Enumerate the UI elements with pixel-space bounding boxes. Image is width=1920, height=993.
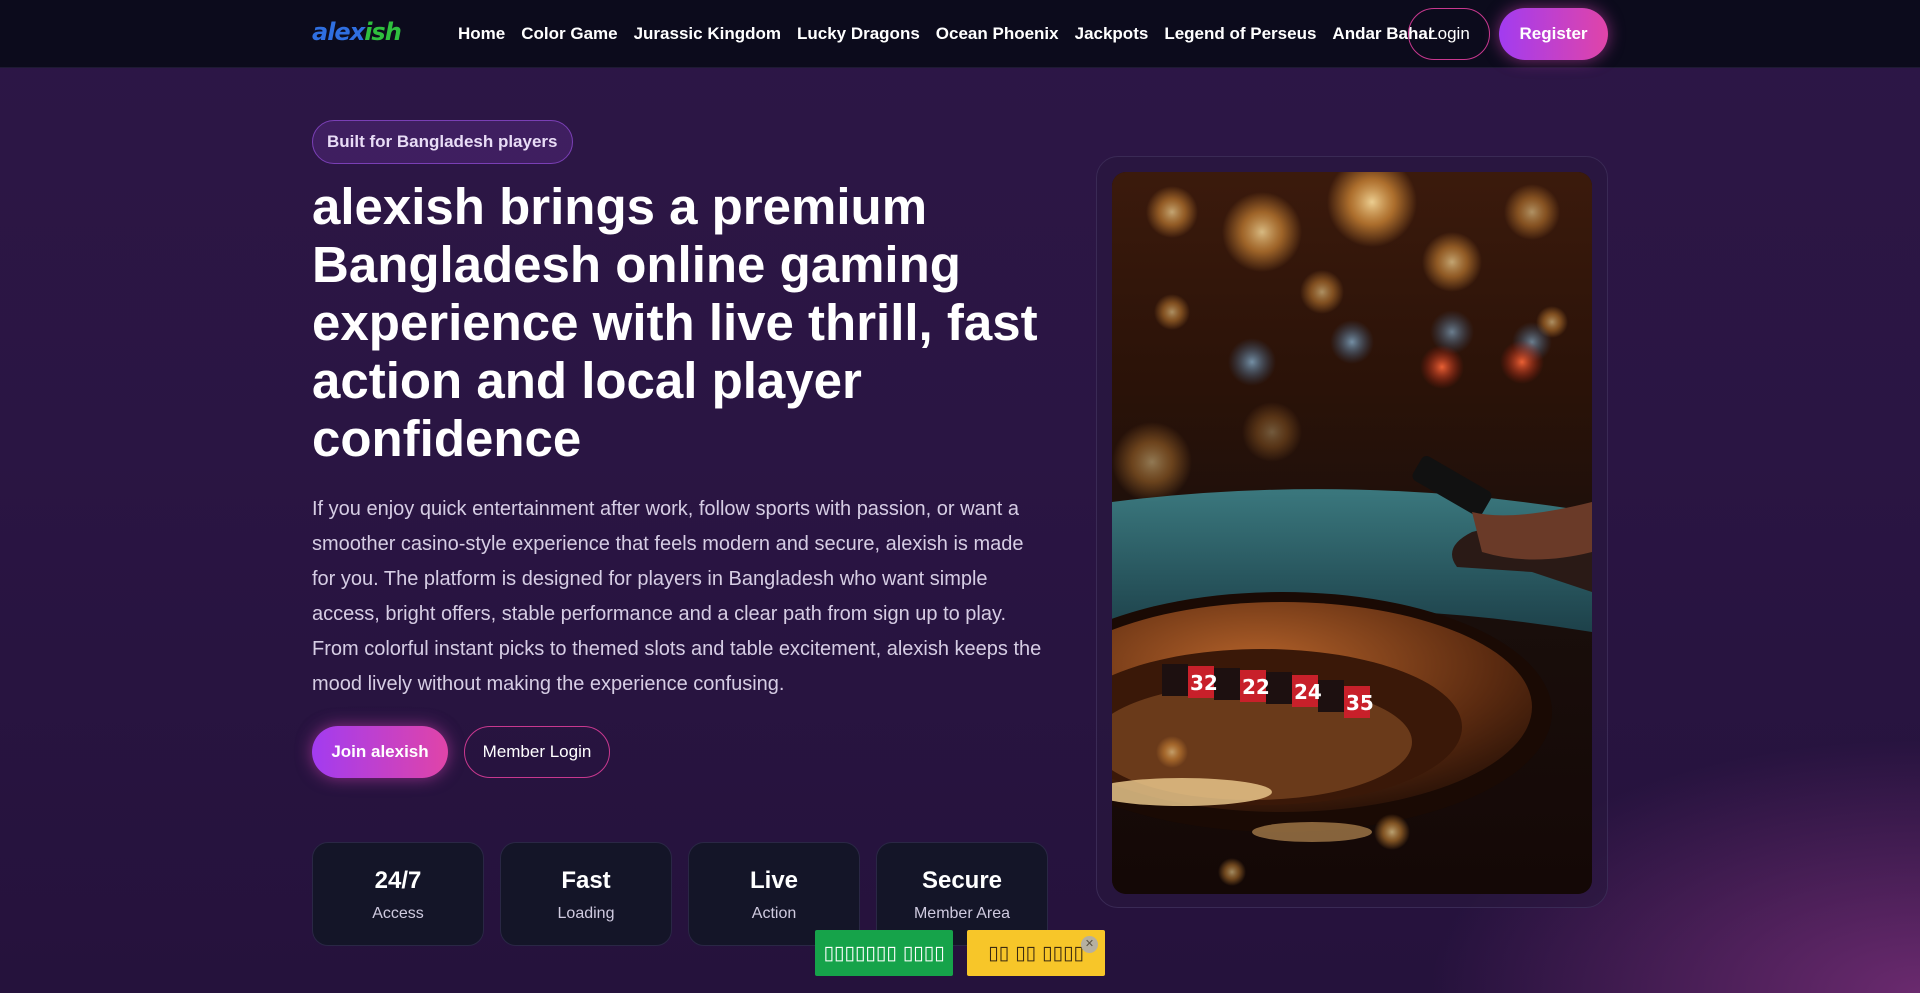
hero-title: alexish brings a premium Bangladesh onli… [312,178,1038,467]
nav-link-lucky-dragons[interactable]: Lucky Dragons [789,0,928,68]
hero-badge: Built for Bangladesh players [312,120,573,164]
nav-link-legend-of-perseus[interactable]: Legend of Perseus [1156,0,1324,68]
logo-part-1: alex [312,18,365,46]
stat-value: Fast [561,867,611,894]
svg-text:32: 32 [1190,671,1218,695]
stat-label: Member Area [913,905,1011,922]
roulette-photo: 32 22 24 35 [1112,172,1592,894]
stat-card-access: 24/7 Access [312,842,484,946]
stat-label: Action [751,905,797,922]
stat-label: Loading [557,905,615,922]
register-button[interactable]: Register [1499,8,1608,60]
stat-card-loading: Fast Loading [500,842,672,946]
nav-link-color-game[interactable]: Color Game [513,0,625,68]
member-login-button[interactable]: Member Login [464,726,610,778]
login-button[interactable]: Login [1408,8,1490,60]
top-navbar: alexish Home Color Game Jurassic Kingdom… [0,0,1920,68]
hero-image-card: 32 22 24 35 [1096,156,1608,908]
site-logo[interactable]: alexish [312,16,402,48]
floating-green-button[interactable]: ▯▯▯▯▯▯▯ ▯▯▯▯ [815,930,953,976]
main-nav: Home Color Game Jurassic Kingdom Lucky D… [458,0,1442,68]
svg-text:22: 22 [1242,675,1270,699]
nav-link-home[interactable]: Home [458,0,513,68]
nav-link-jackpots[interactable]: Jackpots [1067,0,1157,68]
svg-text:24: 24 [1294,680,1322,704]
nav-link-jurassic-kingdom[interactable]: Jurassic Kingdom [626,0,789,68]
stat-label: Access [372,905,424,922]
svg-text:35: 35 [1346,691,1374,715]
stat-value: 24/7 [374,867,422,894]
close-icon[interactable]: ✕ [1081,936,1098,953]
stat-value: Live [749,867,799,894]
nav-link-ocean-phoenix[interactable]: Ocean Phoenix [928,0,1067,68]
stat-value: Secure [921,867,1003,894]
hero-description: If you enjoy quick entertainment after w… [312,498,1042,695]
logo-part-2: ish [364,18,402,46]
join-button[interactable]: Join alexish [312,726,448,778]
